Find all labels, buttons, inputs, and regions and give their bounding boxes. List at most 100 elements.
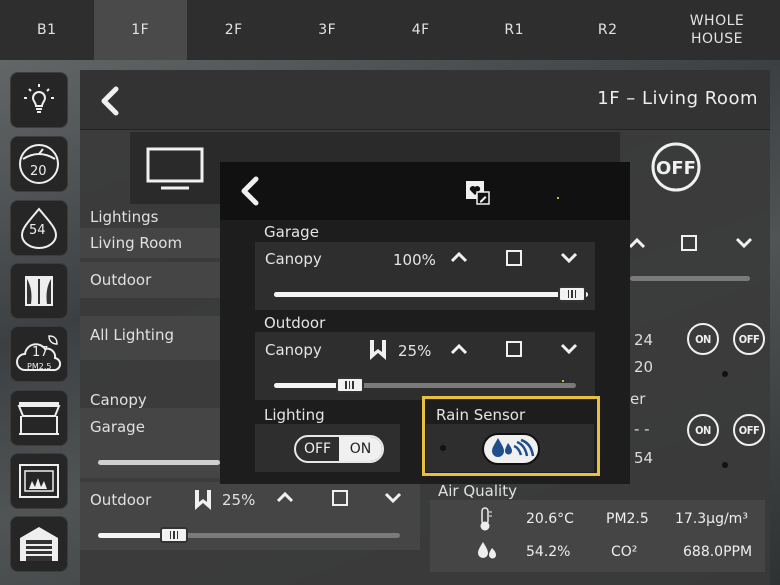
modal-outdoor-label: Outdoor: [264, 314, 326, 332]
back-arrow-icon[interactable]: [98, 86, 122, 116]
stop-square-icon[interactable]: [681, 235, 697, 251]
status-dot: [722, 462, 728, 468]
modal-outdoor-slider-knob[interactable]: [335, 377, 364, 393]
pm-value: 17: [32, 345, 49, 360]
sidebar-curtain-button[interactable]: [10, 263, 68, 319]
aq-temperature: 20.6°C: [526, 511, 574, 527]
off-button[interactable]: OFF: [733, 414, 765, 446]
stop-square-icon[interactable]: [332, 490, 348, 506]
outdoor-canopy-slider-knob[interactable]: [160, 527, 188, 543]
modal-garage-canopy-percent: 100%: [393, 251, 436, 269]
lighting-toggle[interactable]: OFF ON: [294, 435, 384, 463]
outdoor-canopy-slider[interactable]: [98, 527, 400, 543]
shade-icon: [195, 490, 211, 510]
lighting-toggle-off[interactable]: OFF: [296, 437, 339, 461]
climate-value-54: 54: [634, 449, 654, 467]
climate-value-dash: - -: [634, 420, 650, 438]
sidebar-canopy-button[interactable]: [10, 390, 68, 446]
room-title: 1F – Living Room: [597, 88, 758, 109]
outdoor-canopy-percent: 25%: [222, 491, 256, 509]
modal-garage-slider-fill: [274, 292, 588, 297]
rain-sensor-status-dot: [440, 445, 446, 451]
humidity-value: 54: [29, 223, 46, 238]
garage-canopy-slider[interactable]: [98, 460, 220, 465]
lighting-toggle-on[interactable]: ON: [339, 437, 382, 461]
chevron-up-icon[interactable]: [450, 250, 468, 264]
modal-garage-label: Garage: [264, 223, 319, 241]
edit-favorite-icon[interactable]: [464, 179, 490, 205]
awning-icon: [17, 402, 61, 435]
indicator-dot: [562, 380, 564, 382]
modal-outdoor-canopy-slider[interactable]: [274, 377, 576, 393]
power-off-icon[interactable]: OFF: [650, 141, 702, 193]
lightings-label: Lightings: [90, 208, 159, 226]
stop-square-icon[interactable]: [506, 341, 522, 357]
climate-value-20: 20: [634, 358, 654, 376]
chevron-down-icon[interactable]: [384, 491, 402, 505]
floor-tab-r1[interactable]: R1: [468, 0, 562, 60]
floor-tab-bar: B1 1F 2F 3F 4F R1 R2 WHOLE HOUSE: [0, 0, 780, 60]
thermometer-icon: [480, 507, 492, 531]
off-button[interactable]: OFF: [733, 323, 765, 355]
pm-unit-label: PM2.5: [27, 362, 52, 371]
modal-outdoor-canopy-label: Canopy: [265, 341, 322, 359]
aq-co2-value: 688.0PPM: [683, 544, 753, 560]
sidebar-air-quality-button[interactable]: 17 PM2.5: [10, 326, 68, 382]
rain-sensor-label: Rain Sensor: [436, 406, 526, 424]
canopy-modal-header: [220, 162, 630, 220]
sidebar-fireplace-button[interactable]: [10, 453, 68, 509]
modal-back-arrow-icon[interactable]: [238, 176, 262, 206]
partial-label-er: er: [630, 390, 646, 408]
aq-humidity: 54.2%: [526, 544, 571, 560]
indicator-dot: [557, 197, 559, 199]
right-slider[interactable]: [630, 276, 750, 281]
chevron-up-icon[interactable]: [628, 236, 646, 250]
floor-tab-1f[interactable]: 1F: [93, 0, 187, 60]
outdoor-canopy-label: Outdoor: [90, 491, 152, 509]
living-room-label: Living Room: [90, 234, 183, 252]
svg-text:OFF: OFF: [656, 158, 696, 179]
chevron-up-icon[interactable]: [276, 490, 294, 504]
outdoor-label: Outdoor: [90, 271, 152, 289]
sidebar-climate-button[interactable]: 20: [10, 136, 68, 192]
status-dot: [722, 371, 728, 377]
on-button[interactable]: ON: [687, 323, 719, 355]
sidebar-garage-button[interactable]: [10, 516, 68, 572]
aq-pm-value: 17.3μg/m³: [675, 511, 748, 527]
modal-garage-slider-knob[interactable]: [558, 286, 586, 302]
stop-square-icon[interactable]: [506, 250, 522, 266]
curtain-icon: [25, 276, 53, 306]
floor-tab-r2[interactable]: R2: [561, 0, 655, 60]
rain-sensor-icon[interactable]: [481, 432, 541, 466]
floor-tab-4f[interactable]: 4F: [374, 0, 468, 60]
chevron-down-icon[interactable]: [560, 251, 578, 265]
tv-icon[interactable]: [145, 146, 205, 192]
chevron-up-icon[interactable]: [450, 342, 468, 356]
modal-lighting-label: Lighting: [264, 406, 325, 424]
climate-value-24: 24: [634, 331, 654, 349]
floor-tab-b1[interactable]: B1: [0, 0, 94, 60]
canopy-section-label: Canopy: [90, 391, 147, 409]
sidebar-humidity-button[interactable]: 54: [10, 200, 68, 256]
modal-garage-canopy-slider[interactable]: [274, 286, 588, 302]
chevron-down-icon[interactable]: [560, 342, 578, 356]
on-button[interactable]: ON: [687, 414, 719, 446]
floor-tab-2f[interactable]: 2F: [187, 0, 281, 60]
chevron-down-icon[interactable]: [735, 236, 753, 250]
garage-door-icon: [20, 527, 58, 561]
fireplace-icon: [19, 464, 59, 498]
garage-canopy-label: Garage: [90, 418, 145, 436]
humidity-drops-icon: [478, 542, 496, 559]
temperature-value: 20: [30, 164, 47, 179]
all-lighting-label: All Lighting: [90, 326, 174, 344]
modal-outdoor-canopy-percent: 25%: [398, 342, 432, 360]
floor-tab-3f[interactable]: 3F: [281, 0, 375, 60]
floor-tab-whole-house[interactable]: WHOLE HOUSE: [655, 0, 780, 60]
air-quality-label: Air Quality: [438, 482, 517, 500]
aq-pm-label: PM2.5: [606, 511, 649, 527]
shade-icon: [370, 340, 386, 360]
sidebar-lighting-button[interactable]: [10, 72, 68, 128]
aq-co2-label: CO²: [611, 544, 638, 560]
modal-garage-canopy-label: Canopy: [265, 250, 322, 268]
light-bulb-icon: [24, 84, 54, 113]
